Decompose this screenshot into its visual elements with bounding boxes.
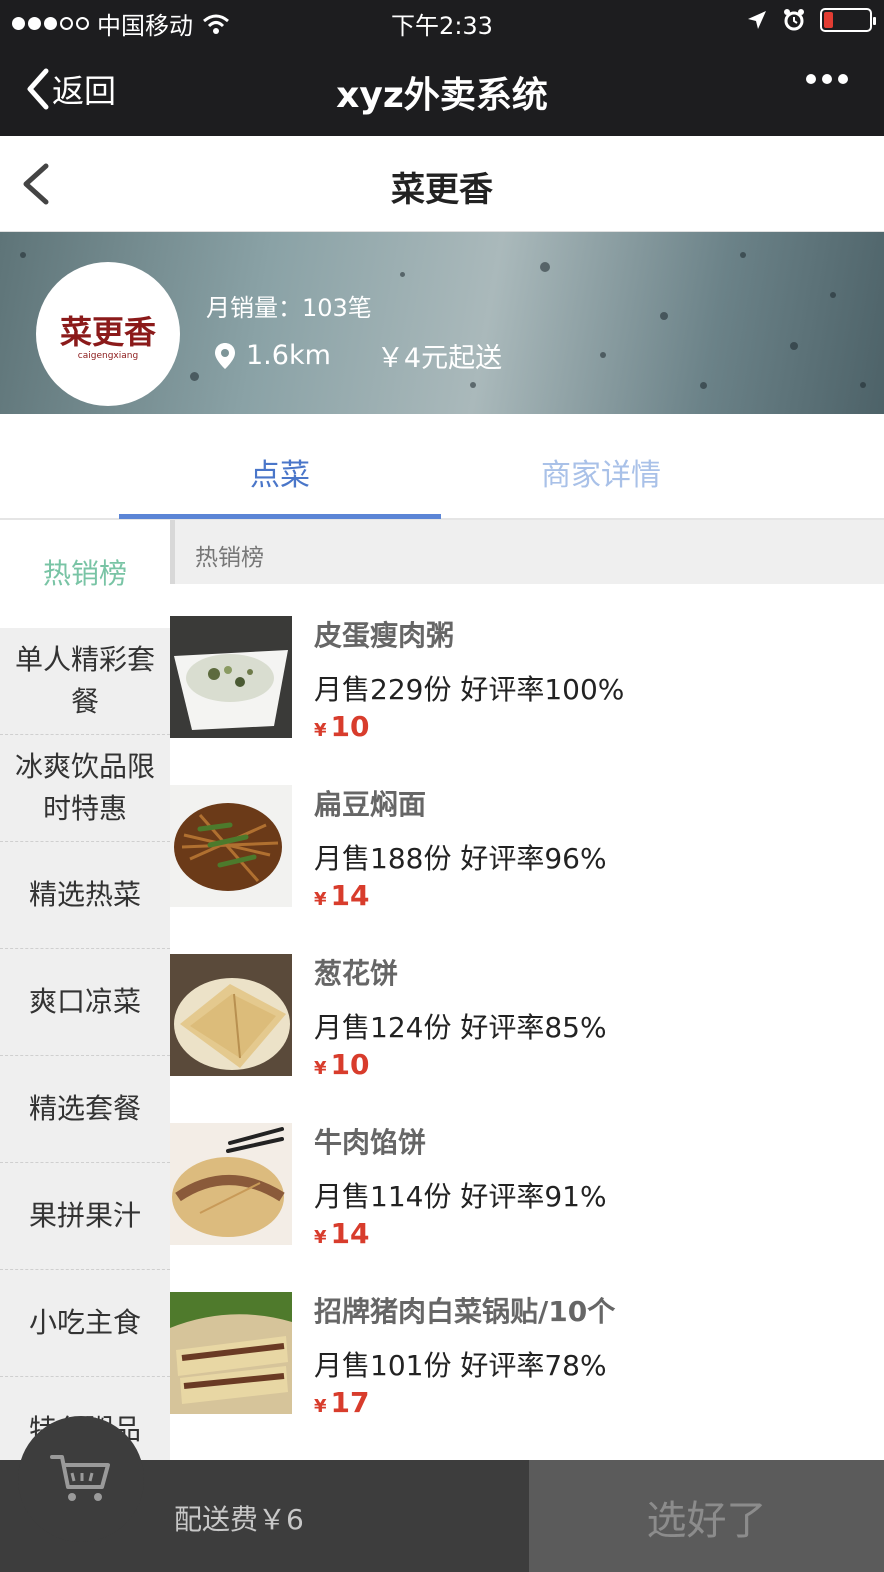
dish-name: 扁豆焖面 [314, 788, 427, 821]
dish-price: ¥14 [314, 879, 370, 912]
section-title: 热销榜 [195, 545, 264, 571]
more-menu-button[interactable] [806, 74, 848, 84]
category-item-hot-dishes[interactable]: 精选热菜 [0, 842, 170, 949]
menu-item[interactable]: 扁豆焖面 月售188份 好评率96% ¥14 [170, 753, 884, 922]
alarm-icon [784, 9, 804, 31]
cart-button[interactable] [18, 1416, 144, 1542]
dish-stats: 月售124份 好评率85% [314, 1011, 607, 1044]
dish-price: ¥10 [314, 1048, 370, 1081]
dish-name: 皮蛋瘦肉粥 [314, 619, 455, 652]
confirm-button[interactable]: 选好了 [529, 1460, 884, 1572]
shop-tabs: 点菜 商家详情 [0, 414, 884, 520]
location-arrow-icon [748, 11, 766, 29]
min-order: ￥4元起送 [376, 343, 503, 374]
shop-logo: 菜更香 caigengxiang [36, 262, 180, 406]
dish-name: 牛肉馅饼 [314, 1126, 427, 1159]
location-pin-icon [215, 342, 235, 369]
menu-item[interactable]: 牛肉馅饼 月售114份 好评率91% ¥14 [170, 1091, 884, 1260]
dish-stats: 月售114份 好评率91% [314, 1180, 607, 1213]
dish-image [170, 785, 292, 907]
dish-stats: 月售229份 好评率100% [314, 673, 625, 706]
monthly-sales: 月销量：103笔 [206, 294, 372, 322]
dish-image [170, 954, 292, 1076]
more-dot-icon [838, 74, 848, 84]
category-item-cold-dishes[interactable]: 爽口凉菜 [0, 949, 170, 1056]
status-right [746, 8, 876, 32]
dish-name: 葱花饼 [314, 957, 399, 990]
category-item-snacks[interactable]: 小吃主食 [0, 1270, 170, 1377]
shop-banner: 菜更香 caigengxiang 月销量：103笔 1.6km ￥4元起送 [0, 232, 884, 414]
dish-image [170, 1292, 292, 1414]
shop-logo-subtext: caigengxiang [77, 351, 139, 361]
app-nav-bar: 返回 xyz外卖系统 [0, 44, 884, 136]
dish-price: ¥10 [314, 710, 370, 743]
section-header: 热销榜 [170, 520, 884, 584]
status-bar: 中国移动 下午2:33 [0, 0, 884, 44]
shop-distance: 1.6km [246, 340, 331, 371]
delivery-fee: 配送费￥6 [174, 1503, 304, 1536]
active-tab-indicator [119, 514, 441, 519]
shopping-cart-icon [50, 1455, 110, 1501]
menu-item[interactable]: 皮蛋瘦肉粥 月售229份 好评率100% ¥10 [170, 584, 884, 753]
confirm-label: 选好了 [646, 1498, 767, 1544]
category-item-fruit[interactable]: 果拼果汁 [0, 1163, 170, 1270]
shop-meta: 1.6km ￥4元起送 [214, 336, 502, 375]
category-sidebar[interactable]: 热销榜 单人精彩套餐 冰爽饮品限时特惠 精选热菜 爽口凉菜 精选套餐 果拼果汁 … [0, 520, 170, 1460]
dish-price: ¥17 [314, 1386, 370, 1419]
tab-order[interactable]: 点菜 [119, 450, 441, 494]
more-dot-icon [806, 74, 816, 84]
shop-logo-text: 菜更香 [59, 313, 156, 351]
nav-title: xyz外卖系统 [336, 75, 548, 116]
category-item-drinks[interactable]: 冰爽饮品限时特惠 [0, 735, 170, 842]
menu-item[interactable]: 招牌猪肉白菜锅贴/10个 月售101份 好评率78% ¥17 [170, 1260, 884, 1429]
dish-price: ¥14 [314, 1217, 370, 1250]
page-title: 菜更香 [391, 170, 493, 210]
dish-stats: 月售101份 好评率78% [314, 1349, 607, 1382]
dish-image [170, 616, 292, 738]
dish-stats: 月售188份 好评率96% [314, 842, 607, 875]
category-item-set-meals[interactable]: 精选套餐 [0, 1056, 170, 1163]
dish-image [170, 1123, 292, 1245]
tab-shop-details[interactable]: 商家详情 [440, 450, 762, 494]
page-header: 菜更香 [0, 136, 884, 232]
menu-item[interactable]: 葱花饼 月售124份 好评率85% ¥10 [170, 922, 884, 1091]
category-item-hot[interactable]: 热销榜 [0, 520, 170, 628]
more-dot-icon [822, 74, 832, 84]
menu-list[interactable]: 皮蛋瘦肉粥 月售229份 好评率100% ¥10 扁豆焖面 月售188份 好评率… [170, 584, 884, 1429]
dish-name: 招牌猪肉白菜锅贴/10个 [314, 1295, 616, 1328]
category-item-single-set[interactable]: 单人精彩套餐 [0, 628, 170, 735]
battery-icon [820, 8, 876, 32]
